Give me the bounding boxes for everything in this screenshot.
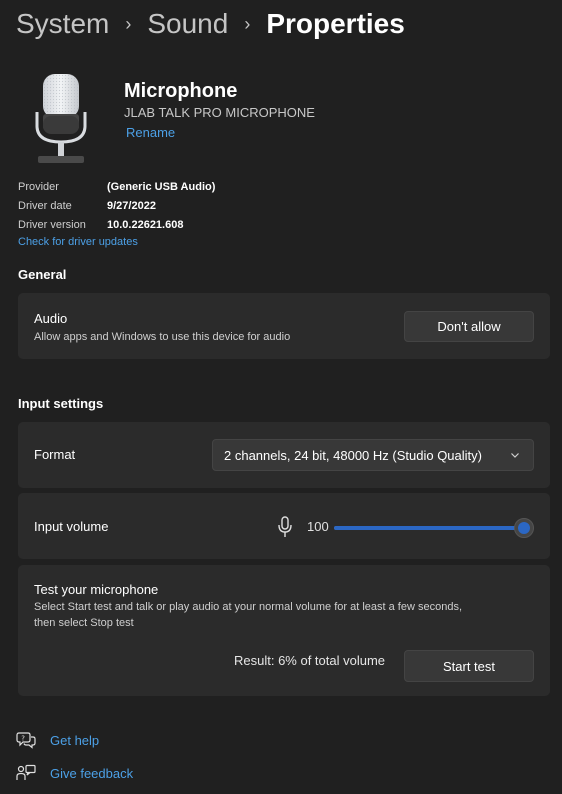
give-feedback-link[interactable]: Give feedback <box>16 764 133 782</box>
help-chat-icon: ? <box>16 731 36 749</box>
audio-description: Allow apps and Windows to use this devic… <box>34 331 291 343</box>
format-label: Format <box>34 447 76 462</box>
test-microphone-card: Test your microphone Select Start test a… <box>18 565 550 696</box>
property-row: Provider (Generic USB Audio) <box>18 177 215 196</box>
device-name: Microphone <box>124 80 238 102</box>
page-title: Properties <box>266 8 405 39</box>
slider-thumb-dot <box>518 522 530 534</box>
input-volume-value: 100 <box>307 519 329 534</box>
get-help-label: Get help <box>50 732 100 748</box>
general-section-title: General <box>18 267 67 282</box>
property-value: 9/27/2022 <box>107 199 156 212</box>
test-result: Result: 6% of total volume <box>234 653 386 668</box>
test-microphone-title: Test your microphone <box>34 582 159 597</box>
driver-properties: Provider (Generic USB Audio) Driver date… <box>18 177 215 234</box>
chevron-down-icon <box>511 453 519 458</box>
device-header: Microphone JLAB TALK PRO MICROPHONE Rena… <box>18 68 538 168</box>
microphone-icon <box>278 516 292 537</box>
input-volume-slider-track[interactable] <box>334 526 520 530</box>
format-dropdown[interactable]: 2 channels, 24 bit, 48000 Hz (Studio Qua… <box>212 439 534 471</box>
breadcrumb-sound[interactable]: Sound <box>147 8 228 40</box>
property-value: (Generic USB Audio) <box>107 180 216 193</box>
input-volume-label: Input volume <box>34 519 109 534</box>
format-card: Format 2 channels, 24 bit, 48000 Hz (Stu… <box>18 422 550 488</box>
property-value: 10.0.22621.608 <box>107 218 184 231</box>
input-volume-slider-fill <box>334 526 520 530</box>
audio-card: Audio Allow apps and Windows to use this… <box>18 293 550 359</box>
device-model: JLAB TALK PRO MICROPHONE <box>124 105 315 120</box>
rename-link[interactable]: Rename <box>126 125 175 140</box>
test-microphone-description: Select Start test and talk or play audio… <box>34 599 462 631</box>
audio-title: Audio <box>34 311 68 326</box>
give-feedback-label: Give feedback <box>50 765 134 781</box>
breadcrumb-separator: › <box>244 13 251 34</box>
property-row: Driver version 10.0.22621.608 <box>18 215 215 234</box>
format-selected-value: 2 channels, 24 bit, 48000 Hz (Studio Qua… <box>224 447 482 463</box>
breadcrumb-separator: › <box>125 13 132 34</box>
input-volume-slider-thumb[interactable] <box>514 518 534 538</box>
property-label: Provider <box>18 180 59 193</box>
property-label: Driver date <box>18 199 72 212</box>
breadcrumb: System › Sound › Properties <box>16 4 405 44</box>
get-help-link[interactable]: ? Get help <box>16 731 99 749</box>
property-row: Driver date 9/27/2022 <box>18 196 215 215</box>
start-test-button[interactable]: Start test <box>404 650 534 682</box>
input-settings-section-title: Input settings <box>18 396 104 411</box>
test-description-line: then select Stop test <box>34 617 134 629</box>
breadcrumb-system[interactable]: System <box>16 8 109 40</box>
microphone-device-icon <box>35 74 87 163</box>
check-driver-updates-link[interactable]: Check for driver updates <box>18 236 138 248</box>
feedback-icon <box>16 764 36 782</box>
input-volume-card: Input volume 100 <box>18 493 550 559</box>
svg-text:?: ? <box>21 734 25 742</box>
dont-allow-button[interactable]: Don't allow <box>404 311 534 342</box>
test-description-line: Select Start test and talk or play audio… <box>34 601 462 613</box>
property-label: Driver version <box>18 218 86 231</box>
